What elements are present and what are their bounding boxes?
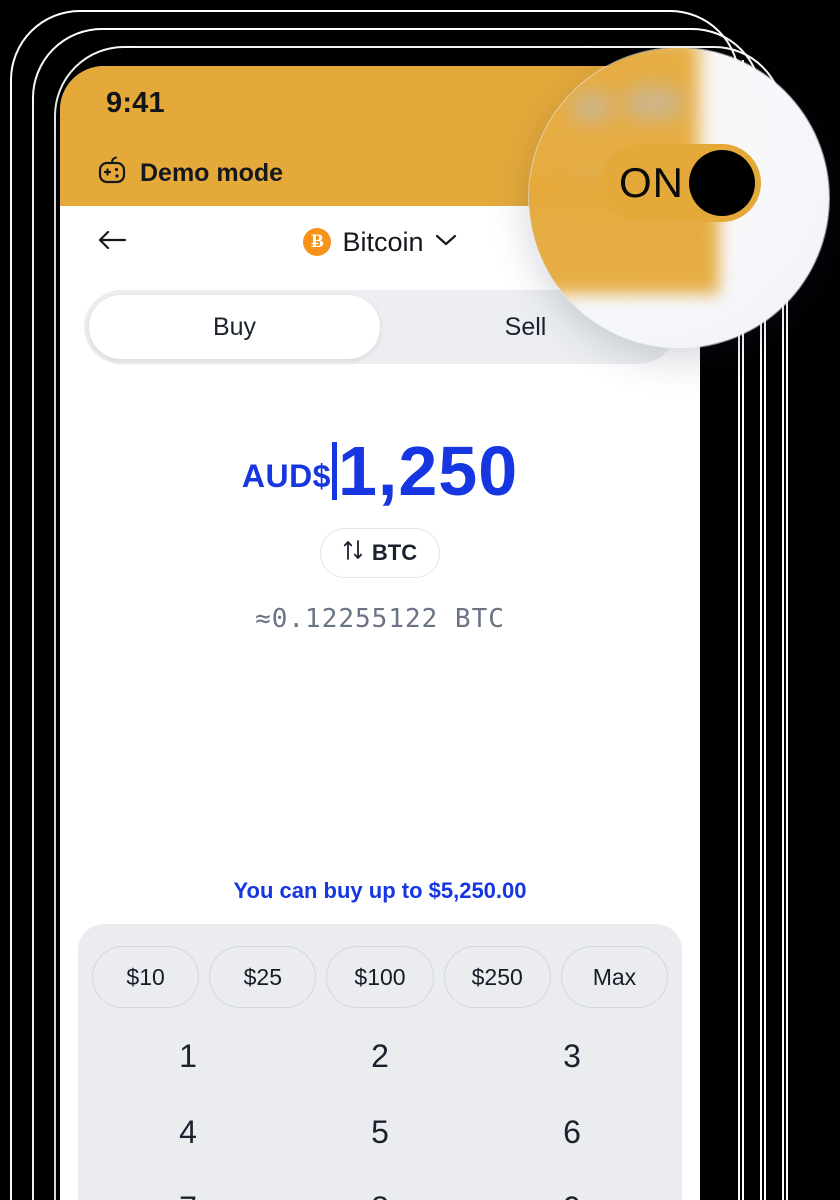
keypad-key-3-label: 3 xyxy=(563,1037,581,1074)
swap-vertical-icon xyxy=(343,539,363,567)
page-title: Bitcoin xyxy=(342,226,424,257)
swap-currency-button[interactable]: BTC xyxy=(319,528,441,578)
demo-mode-toggle[interactable]: ON xyxy=(601,144,761,222)
swap-currency-label: BTC xyxy=(371,540,418,565)
quick-amount-max-label: Max xyxy=(592,963,637,990)
converted-amount: ≈0.12255122 BTC xyxy=(255,604,505,634)
screenshot-stage: 9:41 Demo mode Ƀ Bitcoin Buy Sell AUD$ 1… xyxy=(0,0,840,1200)
keypad-key-2[interactable]: 2 xyxy=(284,1018,476,1094)
quick-amount-25[interactable]: $25 xyxy=(209,946,317,1008)
keypad-key-9-label: 9 xyxy=(563,1190,581,1200)
keypad-key-3[interactable]: 3 xyxy=(476,1018,668,1094)
quick-amount-100-label: $100 xyxy=(354,963,406,990)
amount-value: 1,250 xyxy=(337,432,519,510)
magnified-blur-blob xyxy=(571,92,613,122)
keypad-key-8[interactable]: 8 xyxy=(284,1170,476,1200)
tab-buy-label: Buy xyxy=(212,312,257,341)
magnifier-lens: ON xyxy=(529,48,829,348)
keypad-key-9[interactable]: 9 xyxy=(476,1170,668,1200)
magnified-blur-blob xyxy=(625,86,683,120)
quick-amount-250-label: $250 xyxy=(471,963,523,990)
demo-mode-toggle-label: ON xyxy=(619,159,684,206)
tab-buy[interactable]: Buy xyxy=(89,295,380,359)
quick-amount-100[interactable]: $100 xyxy=(326,946,434,1008)
tab-sell-label: Sell xyxy=(504,312,547,341)
arrow-left-icon xyxy=(97,228,127,257)
quick-amount-250[interactable]: $250 xyxy=(443,946,551,1008)
quick-amount-10-label: $10 xyxy=(126,963,165,990)
keypad-key-1-label: 1 xyxy=(179,1037,197,1074)
demo-mode-label: Demo mode xyxy=(140,158,284,187)
keypad-key-2-label: 2 xyxy=(371,1037,389,1074)
keypad-key-6-label: 6 xyxy=(563,1113,581,1150)
currency-prefix: AUD$ xyxy=(241,458,331,494)
quick-amount-max[interactable]: Max xyxy=(560,946,669,1008)
keypad-key-5-label: 5 xyxy=(371,1113,389,1150)
keypad-key-7[interactable]: 7 xyxy=(92,1170,284,1200)
amount-input[interactable]: AUD$ 1,250 xyxy=(60,436,700,506)
numeric-keypad: 1 2 3 4 5 6 7 8 9 xyxy=(92,1018,668,1200)
keypad-panel: $10 $25 $100 $250 Max 1 2 3 4 5 6 xyxy=(78,924,682,1200)
quick-amount-10[interactable]: $10 xyxy=(92,946,200,1008)
keypad-key-8-label: 8 xyxy=(371,1190,389,1200)
robot-head-icon xyxy=(96,156,128,191)
demo-mode-toggle-knob[interactable] xyxy=(689,150,755,216)
buy-limit-note: You can buy up to $5,250.00 xyxy=(233,878,527,903)
keypad-key-6[interactable]: 6 xyxy=(476,1094,668,1170)
chevron-down-icon xyxy=(435,233,457,252)
quick-amount-row: $10 $25 $100 $250 Max xyxy=(92,946,669,1008)
bitcoin-coin-icon: Ƀ xyxy=(303,228,332,256)
keypad-key-1[interactable]: 1 xyxy=(92,1018,284,1094)
keypad-key-4-label: 4 xyxy=(179,1113,197,1150)
keypad-key-4[interactable]: 4 xyxy=(92,1094,284,1170)
quick-amount-25-label: $25 xyxy=(243,963,282,990)
back-button[interactable] xyxy=(90,220,134,264)
text-caret xyxy=(331,442,337,500)
amount-entry-block: AUD$ 1,250 BTC ≈0.12255122 BTC xyxy=(60,364,700,634)
status-bar-time: 9:41 xyxy=(106,86,165,119)
keypad-key-5[interactable]: 5 xyxy=(284,1094,476,1170)
keypad-key-7-label: 7 xyxy=(179,1190,197,1200)
